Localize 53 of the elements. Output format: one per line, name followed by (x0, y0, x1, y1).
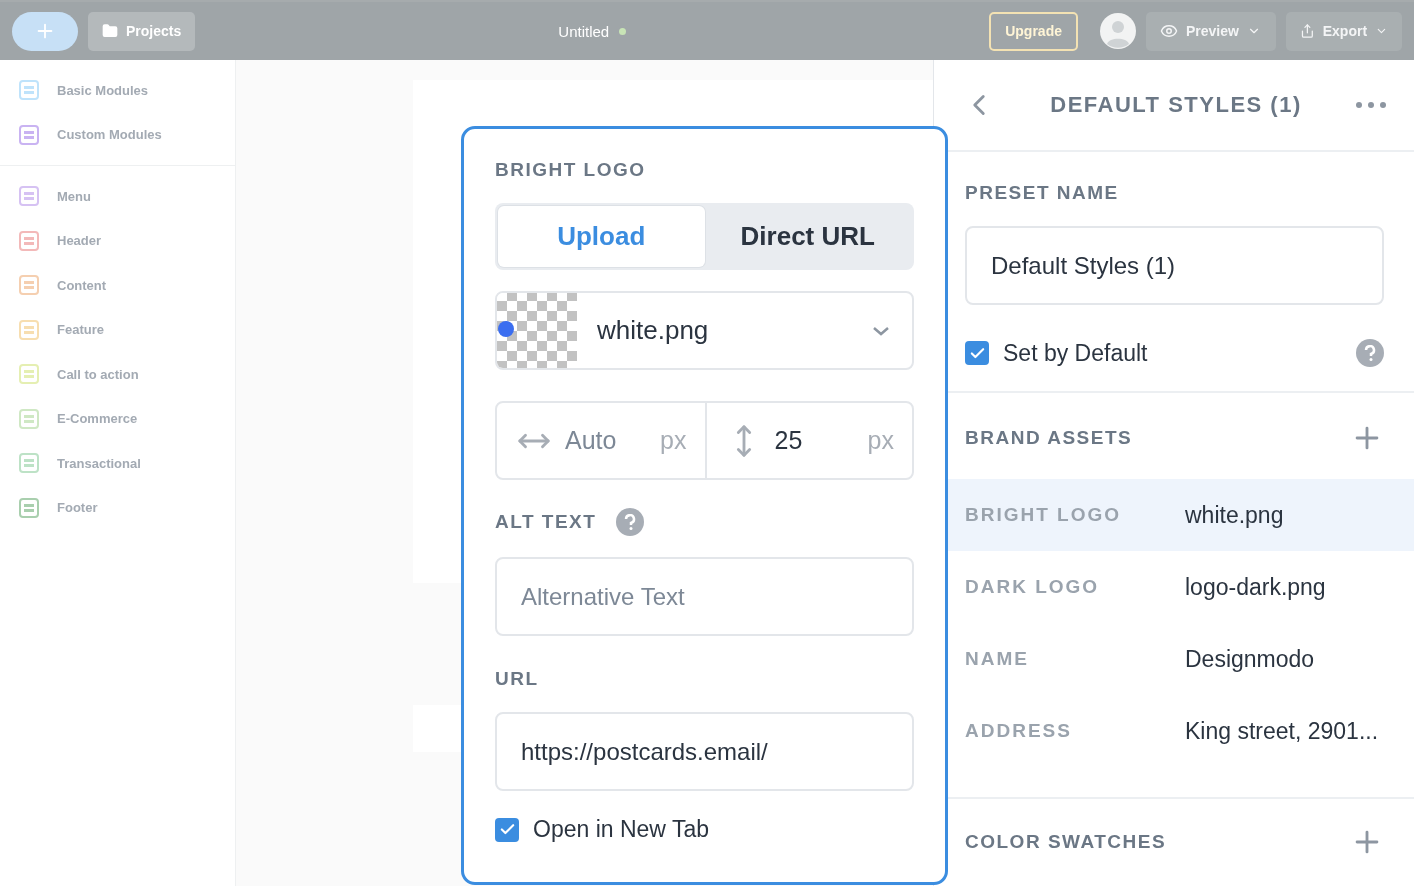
sidebar-item[interactable]: Footer (0, 485, 235, 530)
checkbox[interactable] (965, 341, 989, 365)
asset-value: Designmodo (1185, 645, 1316, 673)
width-field[interactable]: Auto (565, 426, 647, 455)
folder-icon (102, 23, 118, 39)
panel-title: DEFAULT STYLES (1) (1050, 92, 1302, 118)
asset-value: King street, 2901... (1185, 717, 1380, 745)
more-icon[interactable] (1356, 102, 1386, 108)
asset-value: white.png (1185, 501, 1285, 529)
sidebar-item[interactable]: Basic Modules (0, 68, 235, 113)
preview-button[interactable]: Preview (1146, 11, 1276, 51)
checkbox[interactable] (495, 817, 519, 842)
avatar-icon[interactable] (1100, 13, 1136, 49)
eye-icon (1160, 22, 1178, 40)
checkbox-label: Open in New Tab (533, 816, 709, 843)
section-label: BRAND ASSETS (965, 427, 1133, 449)
sidebar-item[interactable]: Content (0, 263, 235, 308)
help-icon[interactable] (616, 508, 645, 536)
caret-icon (872, 325, 890, 336)
upgrade-button[interactable]: Upgrade (989, 11, 1078, 51)
sidebar-item[interactable]: E-Commerce (0, 396, 235, 441)
help-icon[interactable] (1356, 339, 1384, 367)
checkbox-label: Set by Default (1003, 339, 1148, 367)
section-label: PRESET NAME (965, 182, 1120, 204)
status-dot (619, 27, 627, 35)
projects-button[interactable]: Projects (88, 11, 196, 51)
asset-value: logo-dark.png (1185, 573, 1327, 601)
asset-label: BRIGHT LOGO (965, 504, 1123, 526)
asset-label: ADDRESS (965, 720, 1073, 742)
preset-name-field[interactable]: Default Styles (1) (965, 226, 1384, 305)
popup-title: BRIGHT LOGO (495, 159, 647, 181)
alt-text-field[interactable]: Alternative Text (495, 557, 914, 636)
sidebar-item[interactable]: Transactional (0, 441, 235, 486)
new-button[interactable] (12, 11, 78, 51)
sidebar-item[interactable]: Custom Modules (0, 112, 235, 157)
field-label: URL (495, 668, 540, 690)
export-button[interactable]: Export (1286, 11, 1402, 51)
sidebar-item[interactable]: Call to action (0, 352, 235, 397)
asset-label: DARK LOGO (965, 576, 1101, 598)
url-field[interactable]: https://postcards.email/ (495, 712, 914, 791)
tab[interactable]: Upload (498, 206, 705, 267)
logo-popup: BRIGHT LOGO Upload Direct URL white.png Auto px 25 px ALT TEXT Alternative Text URL https://postcards.email/ Open in New Tab (461, 126, 948, 885)
field-label: ALT TEXT (495, 511, 597, 533)
asset-label: NAME (965, 648, 1030, 670)
section-label: COLOR SWATCHES (965, 831, 1167, 853)
height-field[interactable]: 25 px (704, 403, 912, 478)
file-select[interactable]: white.png (495, 291, 914, 370)
sidebar-item[interactable]: Header (0, 218, 235, 263)
document-title: Untitled (558, 22, 610, 40)
tab[interactable]: Direct URL (704, 206, 911, 267)
share-icon (1300, 23, 1315, 39)
sidebar-item[interactable]: Feature (0, 307, 235, 352)
sidebar-item[interactable]: Menu (0, 174, 235, 219)
